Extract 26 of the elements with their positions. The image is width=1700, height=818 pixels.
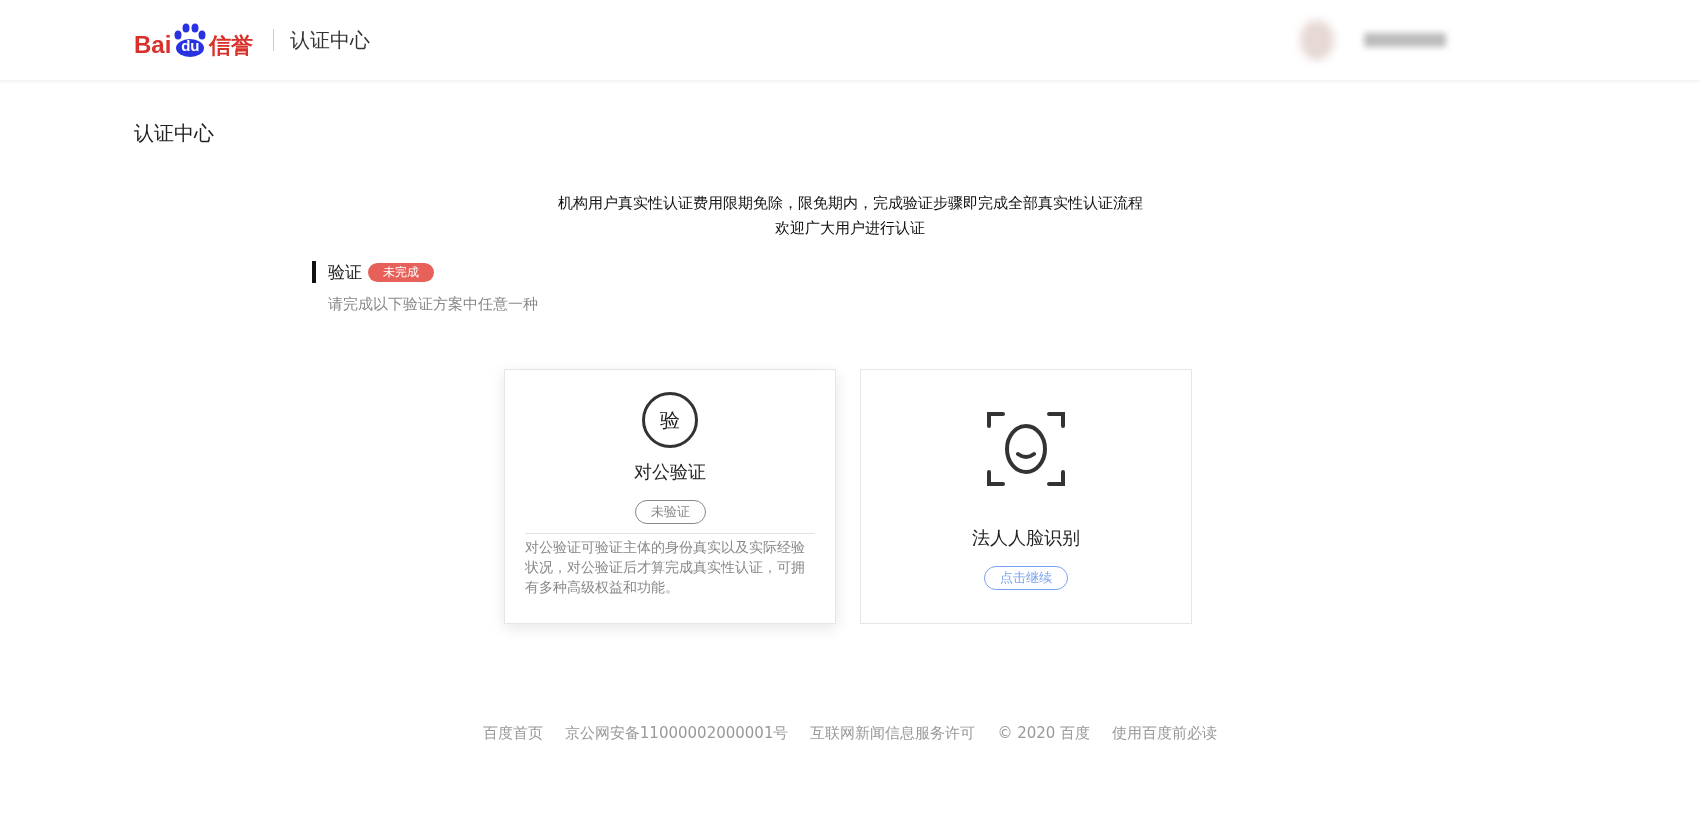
footer-link[interactable]: 使用百度前必读	[1112, 724, 1218, 743]
paw-icon	[173, 23, 208, 57]
avatar[interactable]	[1300, 20, 1334, 60]
logo-text: 信誉	[209, 35, 254, 57]
card-title: 法人人脸识别	[972, 526, 1080, 550]
page-title: 认证中心	[134, 120, 215, 147]
footer-link[interactable]: © 2020 百度	[997, 724, 1091, 743]
section-subtitle: 请完成以下验证方案中任意一种	[328, 295, 539, 314]
seal-icon: 验	[642, 392, 698, 448]
status-tag: 未完成	[368, 262, 434, 282]
notice-text: 机构用户真实性认证费用限期免除，限免期内，完成验证步骤即完成全部真实性认证流程	[557, 193, 1143, 214]
header-title: 认证中心	[290, 26, 371, 54]
face-scan-icon	[987, 410, 1065, 488]
option-card[interactable]: 法人人脸识别 点击继续	[860, 369, 1192, 624]
continue-button[interactable]: 点击继续	[984, 566, 1068, 590]
footer-link[interactable]: 互联网新闻信息服务许可	[810, 724, 976, 743]
card-title: 对公验证	[634, 460, 706, 484]
card-description: 对公验证可验证主体的身份真实以及实际经验状况，对公验证后才算完成真实性认证，可拥有多种高级权益和功能。	[525, 538, 806, 597]
footer-link[interactable]: 百度首页	[482, 724, 543, 743]
section-title: 验证	[328, 260, 362, 284]
status-badge: 未验证	[634, 500, 706, 524]
footer-link[interactable]: 京公网安备11000002000001号	[564, 724, 789, 743]
logo-text: du	[181, 38, 200, 56]
logo-text: Bai	[134, 33, 172, 57]
option-card[interactable]: 验 对公验证 未验证 对公验证可验证主体的身份真实以及实际经验状况，对公验证后才算完成真实性认证，可拥有多种高级权益和功能。	[504, 369, 836, 624]
notice-text: 欢迎广大用户进行认证	[775, 218, 925, 239]
